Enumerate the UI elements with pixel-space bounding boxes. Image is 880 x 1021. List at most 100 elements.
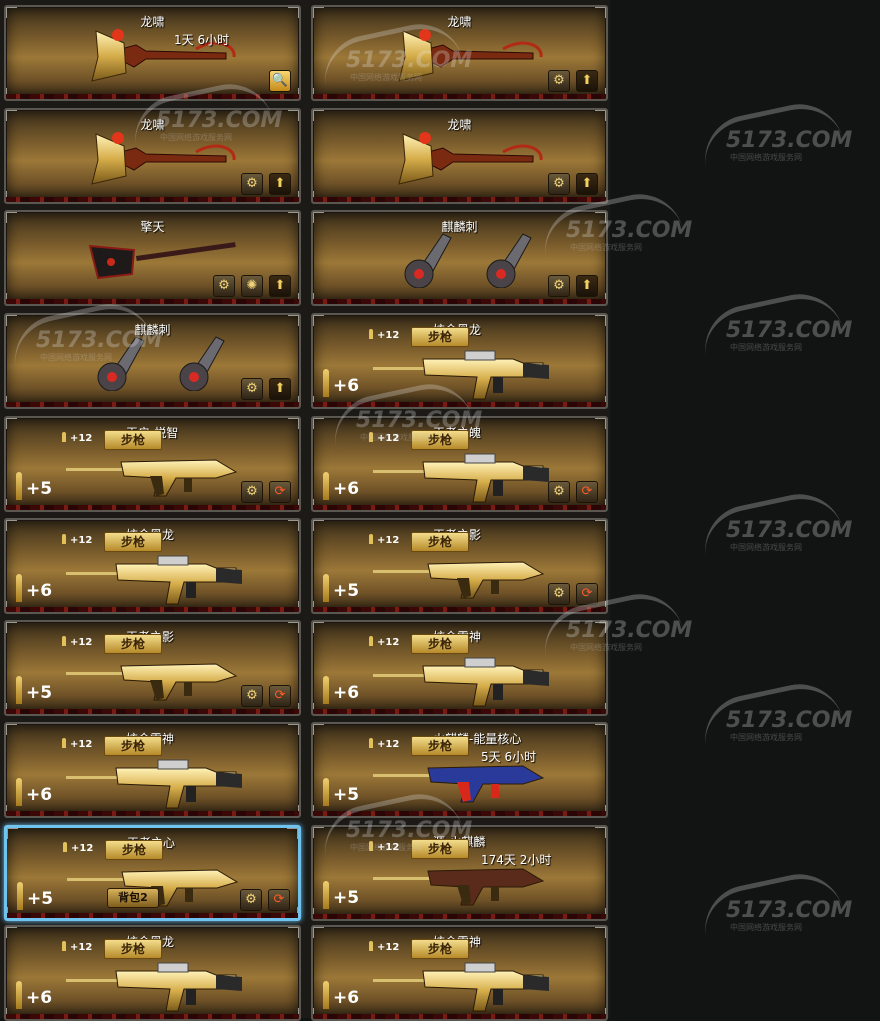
upgrade-arrow-button[interactable]: ⬆ xyxy=(576,275,598,297)
up-arrow-icon: ⬆ xyxy=(274,278,286,293)
weapon-inventory-grid: 龙啸 1天 6小时 🔍 龙啸 ⬆ ⚙ 龙啸 ⬆ ⚙ 龙啸 ⬆ ⚙ 擎天 ⬆ ✺ ⚙ xyxy=(0,0,610,1021)
magazine-bonus: +5 xyxy=(17,882,53,916)
ammo-bonus-text: +12 xyxy=(70,535,93,546)
refresh-button[interactable]: ⟳ xyxy=(576,481,598,503)
card-corner-bracket xyxy=(6,293,17,304)
upgrade-arrow-button[interactable]: ⬆ xyxy=(269,275,291,297)
magnify-button[interactable]: 🔍 xyxy=(269,70,291,92)
ammo-bonus-text: +12 xyxy=(377,535,400,546)
refresh-icon: ⟳ xyxy=(273,892,285,907)
cartridge-icon xyxy=(323,981,329,1009)
weapon-card[interactable]: 炫金黑龙+12步枪+6 xyxy=(4,518,301,614)
magazine-bonus-text: +6 xyxy=(333,988,360,1008)
settings-button[interactable]: ⚙ xyxy=(548,70,570,92)
upgrade-arrow-button[interactable]: ⬆ xyxy=(576,173,598,195)
wrench-gear-icon: ⚙ xyxy=(553,278,565,293)
site-watermark: 5173.COM 中国网络游戏服务网 xyxy=(696,865,852,940)
card-corner-bracket xyxy=(6,396,17,407)
magazine-bonus: +5 xyxy=(16,676,52,710)
up-arrow-icon: ⬆ xyxy=(581,176,593,191)
upgrade-arrow-button[interactable]: ⬆ xyxy=(269,378,291,400)
watermark-subtext: 中国网络游戏服务网 xyxy=(360,433,432,442)
backpack-badge[interactable]: 背包2 xyxy=(107,888,159,908)
magazine-bonus: +5 xyxy=(16,472,52,506)
wrench-gear-icon: ⚙ xyxy=(218,278,230,293)
weapon-type-badge: 步枪 xyxy=(104,939,162,959)
ammo-bonus: +12 xyxy=(369,738,399,752)
magnifier-icon: 🔍 xyxy=(271,73,289,88)
magazine-bonus: +6 xyxy=(16,574,52,608)
settings-button[interactable]: ⚙ xyxy=(548,173,570,195)
card-corner-bracket xyxy=(7,828,18,839)
weapon-card[interactable]: 擎天 ⬆ ✺ ⚙ xyxy=(4,210,301,306)
settings-button[interactable]: ⚙ xyxy=(241,378,263,400)
site-watermark: 5173.COM 中国网络游戏服务网 xyxy=(536,185,692,260)
settings-button[interactable]: ⚙ xyxy=(240,889,262,911)
bullet-icon xyxy=(63,842,67,852)
wrench-gear-icon: ⚙ xyxy=(246,381,258,396)
watermark-subtext: 中国网络游戏服务网 xyxy=(570,243,642,252)
ammo-bonus: +12 xyxy=(369,636,399,650)
ammo-bonus: +12 xyxy=(62,432,92,446)
weapon-name: 擎天 xyxy=(140,220,165,234)
wrench-gear-icon: ⚙ xyxy=(245,892,257,907)
magazine-bonus-text: +6 xyxy=(26,581,53,601)
ammo-bonus: +12 xyxy=(369,534,399,548)
weapon-card[interactable]: 龙啸 1天 6小时 🔍 xyxy=(4,5,301,101)
gear-button[interactable]: ✺ xyxy=(241,275,263,297)
card-corner-bracket xyxy=(6,418,17,429)
settings-button[interactable]: ⚙ xyxy=(548,481,570,503)
settings-button[interactable]: ⚙ xyxy=(241,173,263,195)
weapon-type-badge: 步枪 xyxy=(104,430,162,450)
weapon-card[interactable]: 王者之影+12步枪+5⟳⚙ xyxy=(4,620,301,716)
card-corner-bracket xyxy=(6,88,17,99)
weapon-name: 龙啸 xyxy=(447,118,472,132)
upgrade-arrow-button[interactable]: ⬆ xyxy=(269,173,291,195)
weapon-type-badge: 步枪 xyxy=(411,736,469,756)
watermark-text: 5173.COM xyxy=(346,48,473,73)
card-corner-bracket xyxy=(313,191,324,202)
weapon-type-badge: 步枪 xyxy=(411,939,469,959)
settings-button[interactable]: ⚙ xyxy=(548,275,570,297)
wrench-gear-icon: ⚙ xyxy=(553,484,565,499)
card-corner-bracket xyxy=(595,908,606,919)
watermark-text: 5173.COM xyxy=(726,518,853,543)
magazine-bonus: +6 xyxy=(323,981,359,1015)
refresh-button[interactable]: ⟳ xyxy=(269,685,291,707)
weapon-name: 龙啸 xyxy=(447,15,472,29)
watermark-subtext: 中国网络游戏服务网 xyxy=(730,153,802,162)
weapon-card[interactable]: 炫金雷神+12步枪+6 xyxy=(4,722,301,818)
wrench-gear-icon: ⚙ xyxy=(553,73,565,88)
card-corner-bracket xyxy=(595,396,606,407)
cartridge-icon xyxy=(16,574,22,602)
refresh-button[interactable]: ⟳ xyxy=(268,889,290,911)
settings-button[interactable]: ⚙ xyxy=(213,275,235,297)
weapon-card[interactable]: 天启-悦智+12步枪+5⟳⚙ xyxy=(4,416,301,512)
magazine-bonus: +6 xyxy=(16,778,52,812)
ammo-bonus: +12 xyxy=(62,738,92,752)
cartridge-icon xyxy=(323,574,329,602)
magazine-bonus-text: +5 xyxy=(26,479,53,499)
watermark-subtext: 中国网络游戏服务网 xyxy=(160,133,232,142)
upgrade-arrow-button[interactable]: ⬆ xyxy=(576,70,598,92)
card-corner-bracket xyxy=(288,805,299,816)
weapon-image xyxy=(373,444,553,504)
up-arrow-icon: ⬆ xyxy=(274,176,286,191)
settings-button[interactable]: ⚙ xyxy=(241,685,263,707)
watermark-subtext: 中国网络游戏服务网 xyxy=(350,73,422,82)
magazine-bonus: +5 xyxy=(323,574,359,608)
refresh-button[interactable]: ⟳ xyxy=(269,481,291,503)
weapon-card[interactable]: 炫金黑龙+12步枪+6 xyxy=(4,925,301,1021)
bullet-icon xyxy=(62,432,66,442)
bullet-icon xyxy=(369,941,373,951)
weapon-name: 龙啸 xyxy=(140,15,165,29)
site-watermark: 5173.COM 中国网络游戏服务网 xyxy=(316,785,472,860)
weapon-type-badge: 步枪 xyxy=(105,840,163,860)
watermark-text: 5173.COM xyxy=(726,128,853,153)
magazine-bonus-text: +6 xyxy=(333,479,360,499)
weapon-card[interactable]: 炫金雷神+12步枪+6 xyxy=(311,925,608,1021)
up-arrow-icon: ⬆ xyxy=(274,381,286,396)
settings-button[interactable]: ⚙ xyxy=(241,481,263,503)
weapon-card[interactable]: 龙啸 ⬆ ⚙ xyxy=(311,108,608,204)
weapon-card[interactable]: 王者之心+12步枪+5背包2⟳⚙ xyxy=(4,825,301,921)
